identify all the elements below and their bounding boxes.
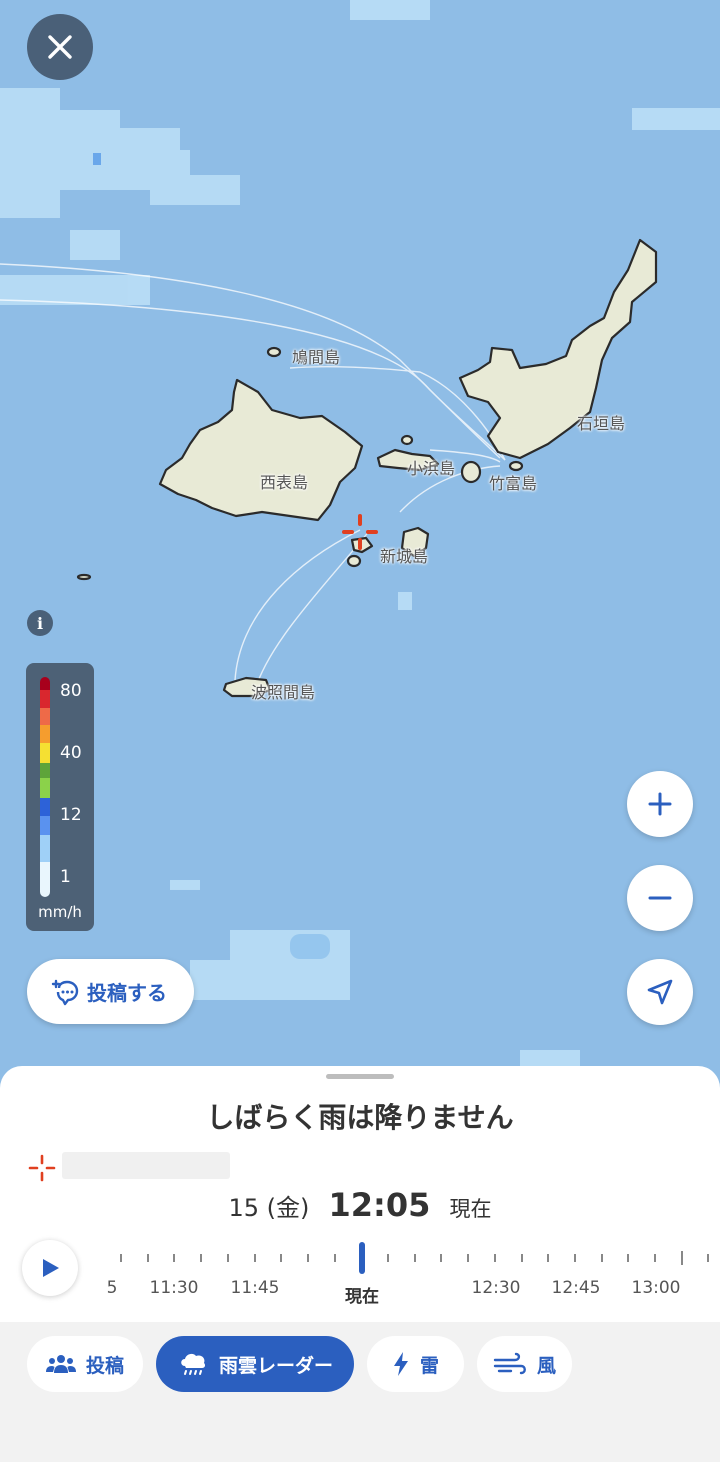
island-label-ishigaki: 石垣島 xyxy=(577,414,626,433)
selected-day: 15 (金) xyxy=(228,1194,310,1222)
legend-value-80: 80 xyxy=(60,681,82,701)
map-canvas xyxy=(0,0,720,1070)
time-tick xyxy=(707,1254,710,1262)
now-indicator: 現在 xyxy=(449,1197,492,1221)
time-tick xyxy=(600,1254,603,1262)
time-tick xyxy=(413,1254,416,1262)
info-icon[interactable]: i xyxy=(27,610,53,636)
post-report-button[interactable]: 投稿する xyxy=(27,959,194,1024)
selected-clock: 12:05 xyxy=(328,1186,431,1224)
play-button[interactable] xyxy=(22,1240,78,1296)
navigation-arrow-icon xyxy=(647,979,673,1005)
zoom-out-button[interactable] xyxy=(627,865,693,931)
time-tick xyxy=(467,1254,470,1262)
tab-wind[interactable]: 風 xyxy=(477,1336,572,1392)
time-tick xyxy=(627,1254,630,1262)
rain-cloud-patches xyxy=(0,0,720,1070)
tab-rain-radar[interactable]: 雨雲レーダー xyxy=(156,1336,354,1392)
time-tick xyxy=(333,1254,336,1262)
zoom-in-button[interactable] xyxy=(627,771,693,837)
islands xyxy=(76,238,658,698)
tab-rain-radar-label: 雨雲レーダー xyxy=(218,1354,333,1377)
post-report-label: 投稿する xyxy=(87,981,167,1005)
island-label-aragusuku: 新城島 xyxy=(380,547,429,566)
time-label: 12:30 xyxy=(471,1278,521,1298)
legend-value-40: 40 xyxy=(60,743,82,763)
selected-time: 15 (金) 12:05 現在 xyxy=(0,1186,720,1224)
close-button[interactable] xyxy=(27,14,93,80)
legend-unit: mm/h xyxy=(38,903,82,921)
time-tick xyxy=(120,1254,122,1262)
time-slider-thumb[interactable] xyxy=(359,1242,365,1274)
time-tick xyxy=(680,1251,683,1265)
tab-wind-label: 風 xyxy=(536,1354,556,1377)
location-marker-icon xyxy=(28,1154,56,1182)
time-tick xyxy=(253,1254,256,1262)
minus-icon xyxy=(648,896,672,900)
rain-forecast-status: しばらく雨は降りません xyxy=(206,1101,514,1134)
legend-value-1: 1 xyxy=(60,867,71,887)
tab-posts[interactable]: 投稿 xyxy=(27,1336,143,1392)
time-tick xyxy=(520,1254,523,1262)
layer-tab-bar: 投稿 雨雲レーダー 雷 風 xyxy=(0,1322,720,1462)
time-slider[interactable]: 5 11:30 11:45 現在 12:30 12:45 13:00 xyxy=(100,1242,720,1312)
time-tick xyxy=(146,1254,149,1262)
time-label: 11:45 xyxy=(230,1278,280,1298)
sheet-drag-handle[interactable] xyxy=(326,1074,394,1079)
plus-icon xyxy=(648,792,672,816)
tab-lightning[interactable]: 雷 xyxy=(367,1336,464,1392)
location-name-placeholder xyxy=(62,1152,230,1179)
time-tick xyxy=(226,1254,229,1262)
time-tick xyxy=(440,1254,443,1262)
lightning-icon xyxy=(393,1352,408,1376)
time-label-current: 現在 xyxy=(345,1287,379,1307)
island-label-kohama: 小浜島 xyxy=(407,459,456,478)
people-icon xyxy=(45,1355,76,1373)
time-label: 13:00 xyxy=(631,1278,681,1298)
time-tick xyxy=(493,1254,496,1262)
rain-radar-map[interactable]: 鳩間島 西表島 小浜島 竹富島 石垣島 新城島 波照間島 i 80 40 12 … xyxy=(0,0,720,1100)
island-label-taketomi: 竹富島 xyxy=(489,474,538,493)
time-label: 12:45 xyxy=(551,1278,601,1298)
current-location-button[interactable] xyxy=(627,959,693,1025)
time-tick xyxy=(280,1254,283,1262)
rain-cloud-icon xyxy=(181,1353,206,1375)
forecast-sheet[interactable]: しばらく雨は降りません 15 (金) 12:05 現在 5 11:30 11:4… xyxy=(0,1066,720,1462)
legend-color-bar xyxy=(40,677,50,897)
precipitation-legend: 80 40 12 1 mm/h xyxy=(26,663,94,931)
wind-icon xyxy=(493,1352,526,1375)
island-label-hateruma: 波照間島 xyxy=(251,683,316,702)
time-label: 11:30 xyxy=(149,1278,199,1298)
play-icon xyxy=(43,1259,59,1277)
time-tick xyxy=(306,1254,309,1262)
tab-lightning-label: 雷 xyxy=(419,1354,439,1377)
time-tick xyxy=(654,1254,656,1262)
legend-value-12: 12 xyxy=(60,805,82,825)
add-post-icon xyxy=(51,979,79,1005)
time-tick xyxy=(573,1254,576,1262)
time-label: 5 xyxy=(106,1278,118,1298)
time-tick xyxy=(547,1254,550,1262)
island-label-iriomote: 西表島 xyxy=(260,473,309,492)
tab-posts-label: 投稿 xyxy=(85,1354,124,1377)
close-icon xyxy=(48,35,72,59)
time-tick xyxy=(200,1254,203,1262)
island-label-hatoma: 鳩間島 xyxy=(292,348,341,367)
time-tick xyxy=(387,1254,389,1262)
time-tick xyxy=(173,1254,176,1262)
